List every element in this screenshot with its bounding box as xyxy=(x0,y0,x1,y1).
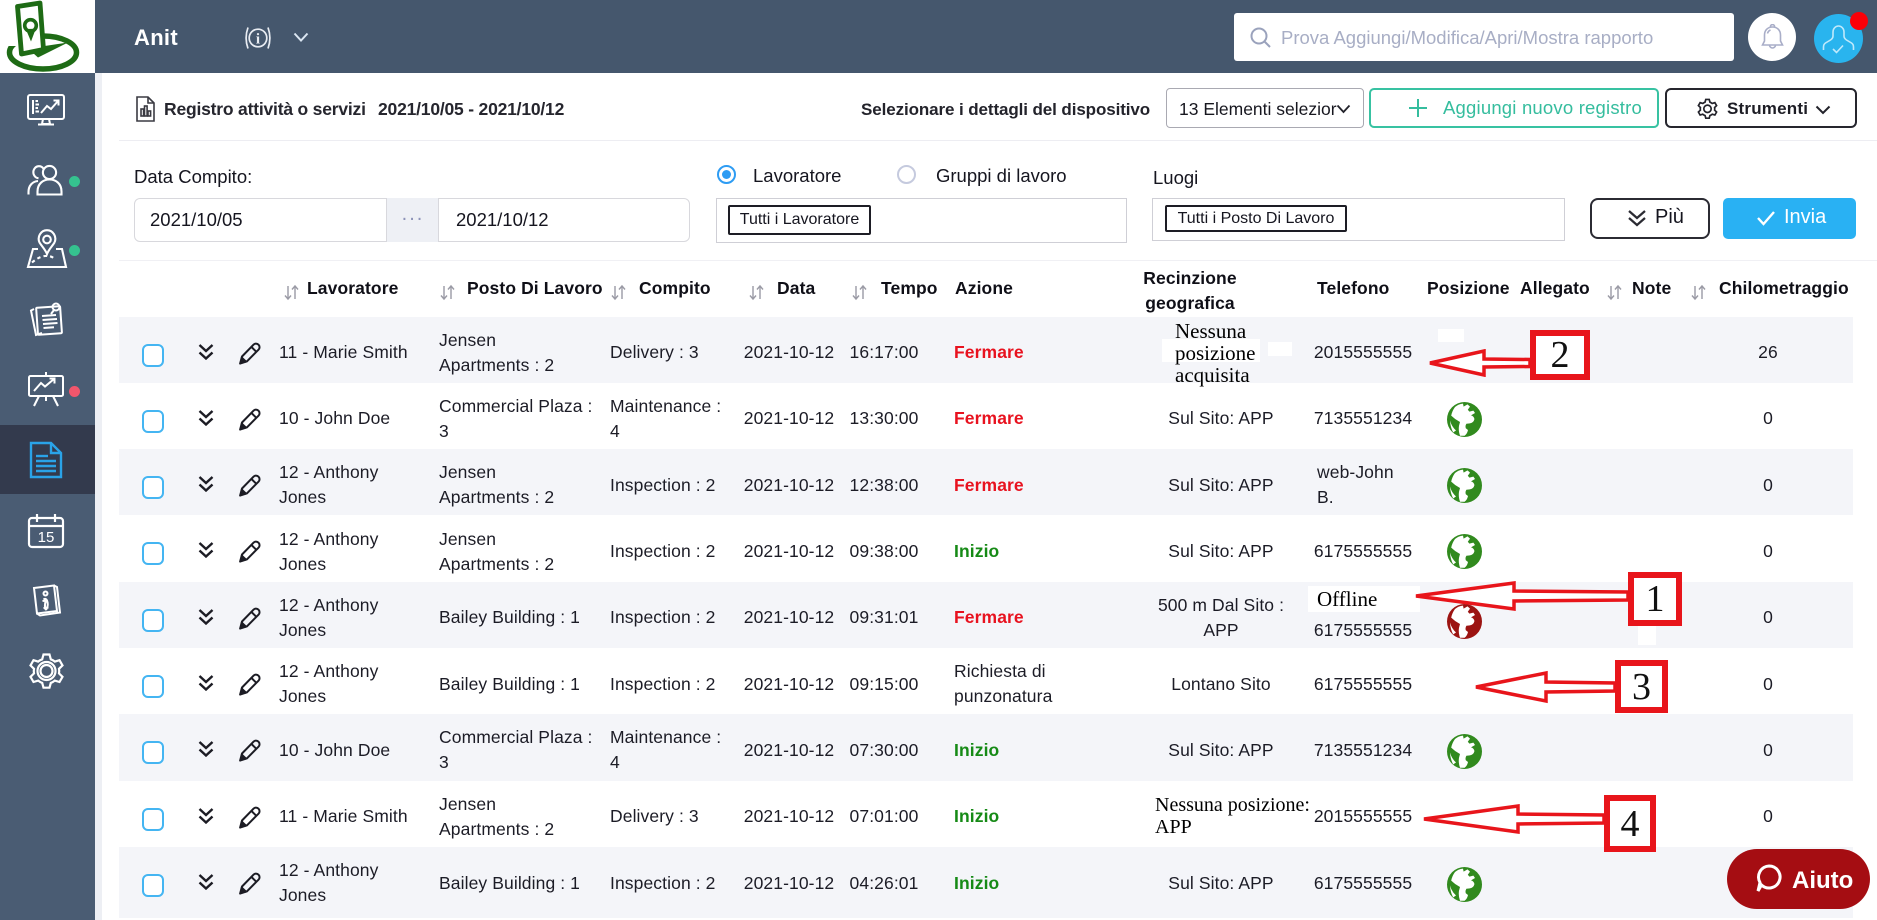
svg-text:15: 15 xyxy=(38,529,55,546)
svg-text:i: i xyxy=(256,32,260,48)
